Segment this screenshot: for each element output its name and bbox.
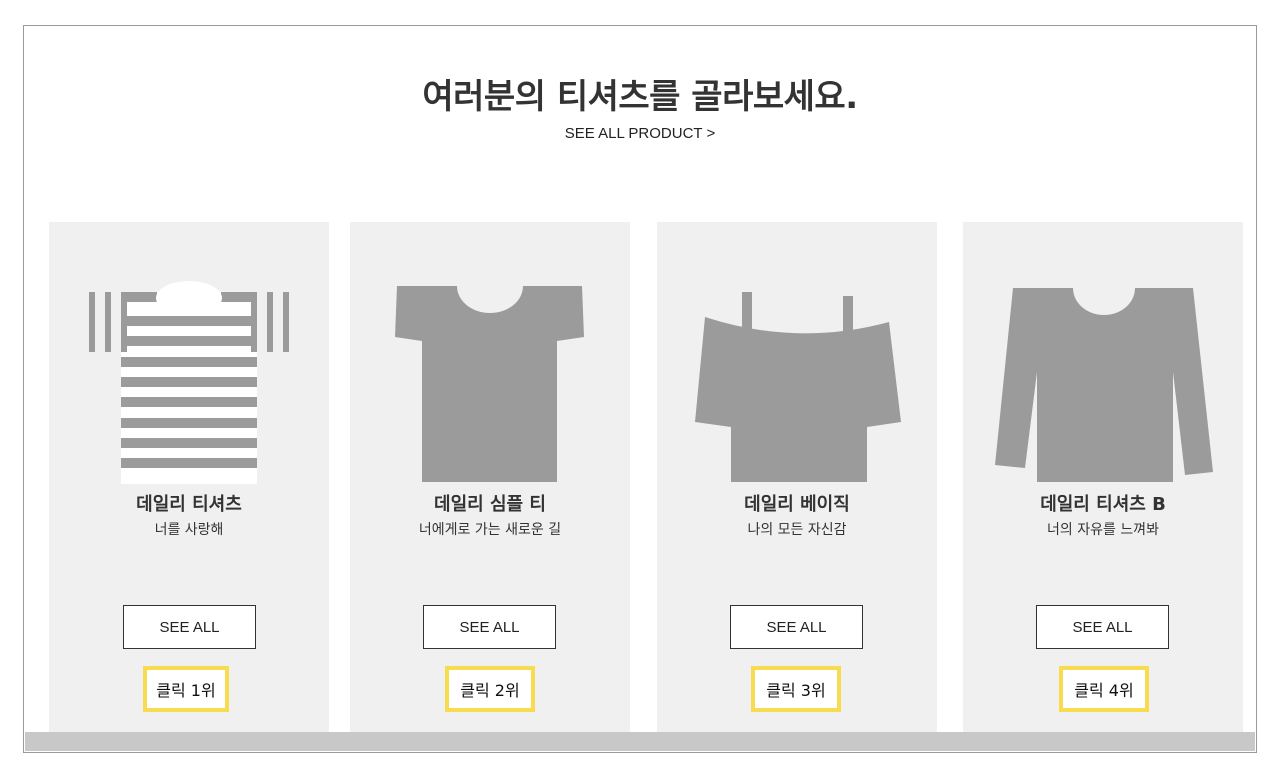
product-description: 너를 사랑해 — [154, 522, 224, 538]
product-name: 데일리 베이직 — [744, 494, 850, 515]
product-card-1[interactable]: 데일리 티셔츠 너를 사랑해 SEE ALL 클릭 1위 — [49, 222, 329, 732]
page-title: 여러분의 티셔츠를 골라보세요. — [422, 77, 858, 117]
long-sleeve-tshirt-icon — [995, 261, 1213, 482]
footer-strip — [25, 732, 1255, 751]
see-all-product-link[interactable]: SEE ALL PRODUCT > — [24, 125, 1256, 142]
product-card-4[interactable]: 데일리 티셔츠 B 너의 자유를 느껴봐 SEE ALL 클릭 4위 — [963, 222, 1243, 732]
product-description: 너에게로 가는 새로운 길 — [418, 522, 562, 538]
product-description: 나의 모든 자신감 — [747, 522, 847, 538]
product-card-3[interactable]: 데일리 베이직 나의 모든 자신감 SEE ALL 클릭 3위 — [657, 222, 937, 732]
click-rank-badge: 클릭 3위 — [751, 666, 841, 712]
click-rank-badge: 클릭 1위 — [143, 666, 229, 712]
product-name: 데일리 티셔츠 B — [1040, 494, 1166, 515]
see-all-button[interactable]: SEE ALL — [423, 605, 556, 649]
see-all-button[interactable]: SEE ALL — [1036, 605, 1169, 649]
page-frame: 여러분의 티셔츠를 골라보세요. SEE ALL PRODUCT > 데일리 티… — [23, 25, 1257, 753]
striped-tshirt-icon — [89, 281, 289, 484]
product-name: 데일리 티셔츠 — [136, 494, 242, 515]
see-all-button[interactable]: SEE ALL — [730, 605, 863, 649]
product-name: 데일리 심플 티 — [434, 494, 546, 515]
see-all-button[interactable]: SEE ALL — [123, 605, 256, 649]
click-rank-badge: 클릭 2위 — [445, 666, 535, 712]
click-rank-badge: 클릭 4위 — [1059, 666, 1149, 712]
product-card-2[interactable]: 데일리 심플 티 너에게로 가는 새로운 길 SEE ALL 클릭 2위 — [350, 222, 630, 732]
off-shoulder-top-icon — [695, 292, 901, 482]
plain-tshirt-icon — [395, 259, 584, 482]
product-description: 너의 자유를 느껴봐 — [1047, 522, 1159, 538]
